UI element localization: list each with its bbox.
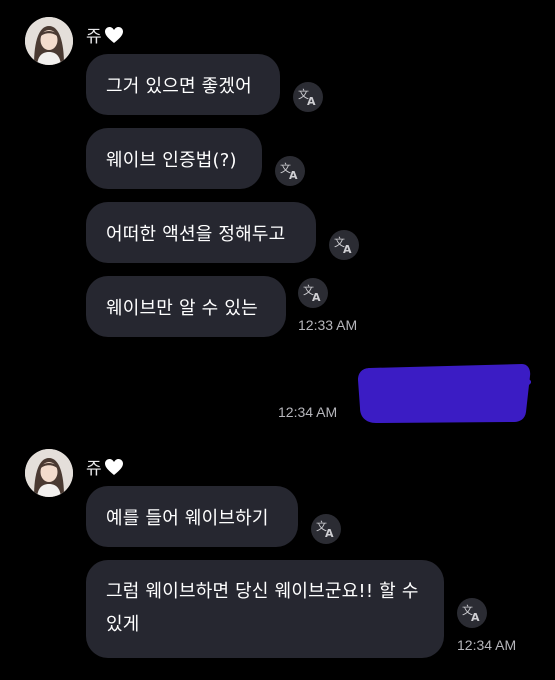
message-bubble[interactable]: 그럼 웨이브하면 당신 웨이브군요!! 할 수 있게	[86, 560, 444, 658]
message-bubble[interactable]: 어떠한 액션을 정해두고	[86, 202, 316, 263]
message-text: 그럼 웨이브하면 당신 웨이브군요!! 할 수 있게	[106, 581, 419, 635]
translate-button[interactable]: 文 A	[275, 156, 305, 186]
message-bubble[interactable]: 그거 있으면 좋겠어	[86, 54, 280, 115]
sender-name: 쥬	[86, 22, 124, 47]
translate-button[interactable]: 文 A	[293, 82, 323, 112]
translate-icon: 文 A	[462, 603, 480, 623]
white-heart-icon	[104, 26, 123, 43]
translate-button[interactable]: 文 A	[311, 514, 341, 544]
message-text: 예를 들어 웨이브하기	[106, 507, 269, 529]
translate-icon: 文 A	[303, 283, 321, 303]
message-timestamp: 12:33 AM	[298, 317, 358, 333]
message-bubble[interactable]: 예를 들어 웨이브하기	[86, 486, 298, 547]
translate-button[interactable]: 文 A	[329, 230, 359, 260]
translate-button[interactable]: 文 A	[457, 598, 487, 628]
message-bubble[interactable]: 웨이브만 알 수 있는	[86, 276, 286, 337]
redaction-scribble	[358, 364, 532, 423]
svg-text:A: A	[289, 169, 298, 181]
message-timestamp: 12:34 AM	[278, 404, 338, 420]
svg-text:A: A	[312, 291, 321, 303]
svg-text:A: A	[343, 243, 352, 255]
sender-avatar[interactable]	[25, 449, 73, 497]
svg-text:A: A	[325, 527, 334, 539]
message-text: 웨이브만 알 수 있는	[106, 297, 258, 319]
sender-name: 쥬	[86, 454, 124, 479]
translate-icon: 文 A	[298, 87, 316, 107]
sender-name-text: 쥬	[86, 459, 102, 479]
sender-name-text: 쥬	[86, 27, 102, 47]
message-bubble[interactable]: 웨이브 인증법(?)	[86, 128, 262, 189]
message-text: 어떠한 액션을 정해두고	[106, 223, 286, 245]
white-heart-icon	[104, 458, 123, 475]
redacted-message-bubble[interactable]	[356, 362, 532, 424]
sender-avatar[interactable]	[25, 17, 73, 65]
avatar-image	[25, 17, 73, 65]
message-text: 그거 있으면 좋겠어	[106, 75, 252, 97]
svg-text:A: A	[471, 611, 480, 623]
translate-icon: 文 A	[316, 519, 334, 539]
message-timestamp: 12:34 AM	[457, 637, 517, 653]
avatar-image	[25, 449, 73, 497]
translate-button[interactable]: 文 A	[298, 278, 328, 308]
translate-icon: 文 A	[334, 235, 352, 255]
message-text: 웨이브 인증법(?)	[106, 149, 237, 171]
svg-text:A: A	[307, 95, 316, 107]
translate-icon: 文 A	[280, 161, 298, 181]
